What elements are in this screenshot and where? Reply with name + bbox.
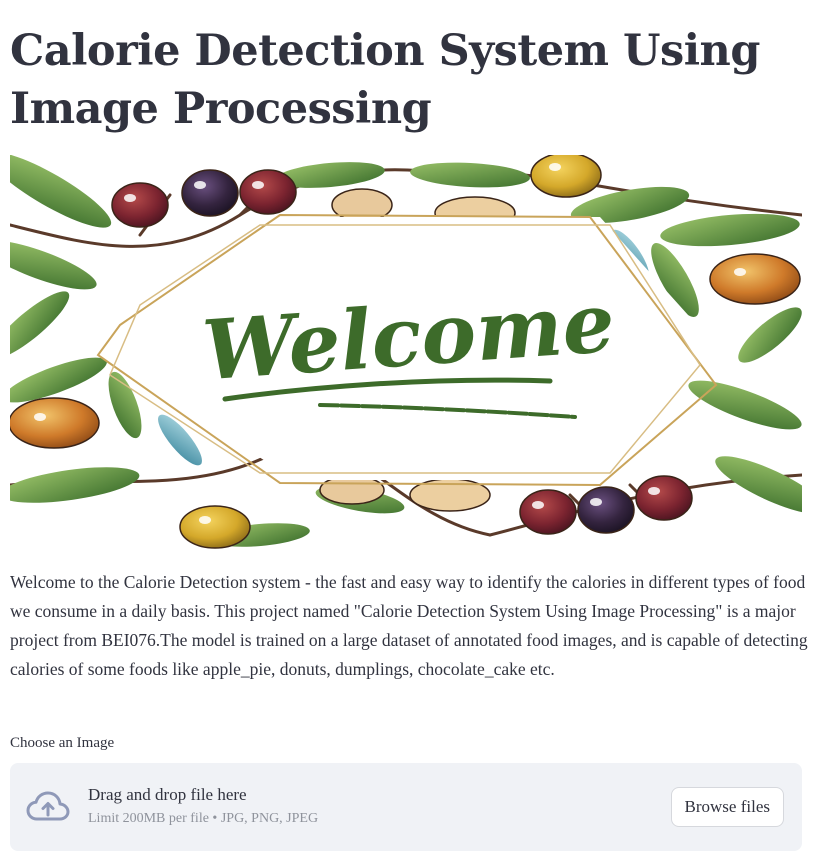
browse-files-button[interactable]: Browse files [670, 787, 784, 827]
file-limit-text: Limit 200MB per file • JPG, PNG, JPEG [88, 811, 319, 826]
uploader-label: Choose an Image [10, 735, 115, 751]
page-title: Calorie Detection System Using Image Pro… [10, 26, 760, 134]
file-dropzone[interactable]: Drag and drop file here Limit 200MB per … [10, 763, 802, 851]
page: Calorie Detection System Using Image Pro… [0, 0, 814, 859]
project-description: Welcome to the Calorie Detection system … [10, 572, 808, 679]
cloud-upload-icon [26, 791, 70, 823]
welcome-banner-image: Welcome [10, 155, 802, 551]
drag-drop-text: Drag and drop file here [88, 785, 247, 804]
dropzone-instructions: Drag and drop file here Limit 200MB per … [88, 783, 318, 827]
